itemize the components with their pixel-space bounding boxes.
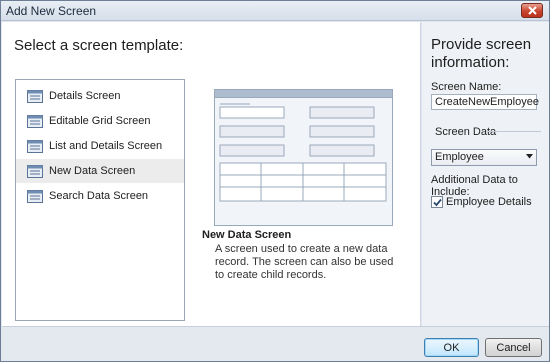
new-data-screen-icon	[27, 164, 43, 178]
template-description-title: New Data Screen	[202, 229, 292, 241]
screen-data-select[interactable]: Employee	[431, 149, 537, 166]
employee-details-checkbox[interactable]	[431, 196, 443, 208]
dialog-footer: OK Cancel	[2, 326, 549, 361]
screen-info-heading: Provide screen information:	[431, 36, 532, 71]
close-button[interactable]	[521, 3, 543, 18]
template-preview	[214, 89, 393, 226]
template-panel: Select a screen template: Details Screen…	[2, 22, 421, 326]
title-bar: Add New Screen	[1, 1, 549, 21]
template-item-details-screen[interactable]: Details Screen	[16, 84, 184, 108]
screen-data-value: Employee	[435, 151, 484, 163]
chevron-down-icon	[526, 154, 533, 159]
search-data-screen-icon	[27, 189, 43, 203]
checkmark-icon	[432, 198, 442, 206]
template-item-list-and-details-screen[interactable]: List and Details Screen	[16, 134, 184, 158]
employee-details-label: Employee Details	[446, 196, 532, 208]
template-item-label: New Data Screen	[49, 165, 136, 177]
template-item-label: Editable Grid Screen	[49, 115, 151, 127]
additional-data-label: Additional Data to Include:	[431, 174, 518, 198]
add-new-screen-dialog: Add New Screen Select a screen template:…	[0, 0, 550, 362]
editable-grid-screen-icon	[27, 114, 43, 128]
cancel-button[interactable]: Cancel	[485, 338, 542, 357]
screen-data-label: Screen Data	[435, 126, 497, 138]
screen-name-input[interactable]: CreateNewEmployee	[431, 94, 539, 110]
template-item-editable-grid-screen[interactable]: Editable Grid Screen	[16, 109, 184, 133]
template-description-text: A screen used to create a new data recor…	[215, 243, 394, 281]
window-title: Add New Screen	[6, 4, 97, 18]
screen-info-panel: Provide screen information: Screen Name:…	[422, 22, 549, 326]
list-and-details-screen-icon	[27, 139, 43, 153]
template-heading: Select a screen template:	[14, 37, 184, 54]
ok-button[interactable]: OK	[424, 338, 479, 357]
template-list: Details Screen Editable Grid Screen List…	[15, 79, 185, 321]
close-icon	[527, 6, 537, 15]
details-screen-icon	[27, 89, 43, 103]
template-item-search-data-screen[interactable]: Search Data Screen	[16, 184, 184, 208]
screen-data-divider	[488, 131, 541, 132]
template-item-label: Search Data Screen	[49, 190, 149, 202]
template-item-label: List and Details Screen	[49, 140, 163, 152]
screen-name-label: Screen Name:	[431, 81, 502, 93]
template-item-new-data-screen[interactable]: New Data Screen	[16, 159, 184, 183]
template-item-label: Details Screen	[49, 90, 121, 102]
